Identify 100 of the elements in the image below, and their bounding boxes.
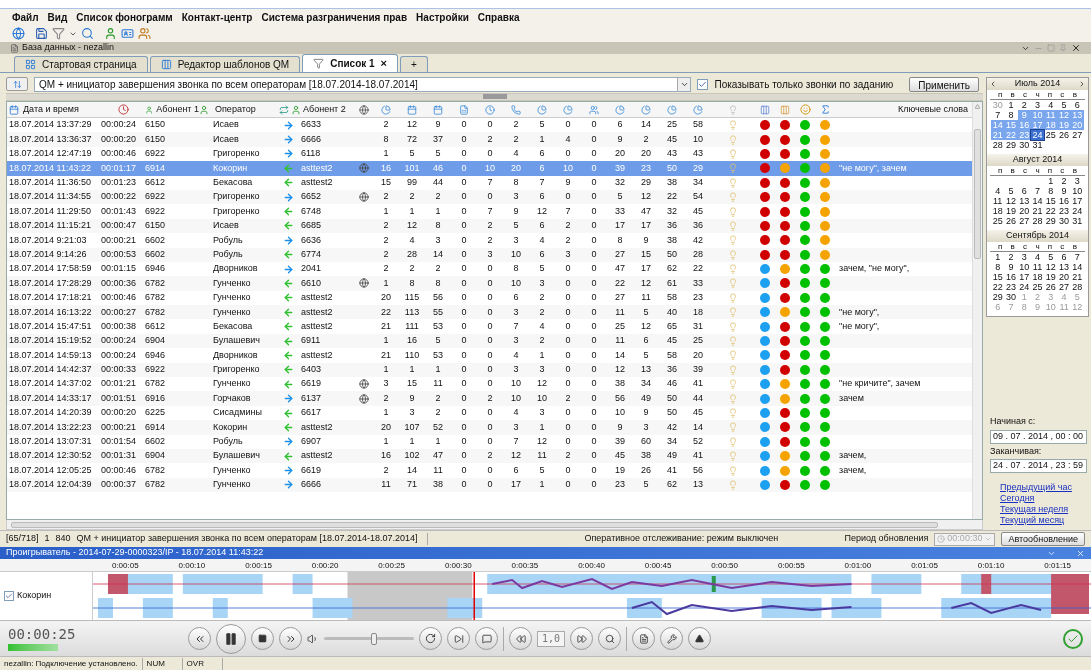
calendar-day[interactable]: 7	[1030, 186, 1045, 196]
menu-item[interactable]: Контакт-центр	[181, 9, 253, 25]
checkbox[interactable]	[697, 78, 709, 90]
calendar-day[interactable]: 26	[1057, 130, 1071, 140]
calendar-day[interactable]: 6	[1070, 100, 1084, 110]
waveform[interactable]	[93, 572, 1091, 620]
calendar-day[interactable]: 2	[1004, 252, 1018, 262]
horizontal-scrollbar[interactable]	[6, 520, 983, 530]
next-month-icon[interactable]	[1078, 80, 1086, 88]
tools-button[interactable]	[660, 627, 684, 650]
eject-button[interactable]	[688, 627, 712, 650]
calendar-day[interactable]: 10	[1070, 186, 1084, 196]
calendar-day[interactable]: 24	[1030, 130, 1045, 140]
calendar-day[interactable]: 7	[991, 110, 1005, 120]
calendar-day[interactable]: 22	[1044, 206, 1058, 216]
menu-item[interactable]: Настройки	[416, 9, 469, 25]
calendar-day[interactable]: 24	[1070, 206, 1084, 216]
calendar-day[interactable]: 17	[1070, 196, 1084, 206]
previous-month-icon[interactable]	[989, 80, 997, 88]
card-icon[interactable]	[121, 27, 134, 40]
scroll-up-icon[interactable]	[975, 104, 980, 109]
calendar-day[interactable]: 30	[1004, 292, 1018, 302]
calendar-day[interactable]: 21	[1070, 272, 1084, 282]
scroll-thumb[interactable]	[974, 129, 981, 259]
calendar-day[interactable]: 11	[991, 196, 1005, 206]
calendar-day[interactable]: 3	[1070, 176, 1084, 186]
slower-button[interactable]	[509, 627, 532, 650]
speed-field[interactable]: 1,0	[537, 630, 566, 647]
splitter-handle[interactable]	[482, 94, 507, 99]
people-icon[interactable]	[138, 27, 151, 40]
calendar-day[interactable]: 2	[1057, 176, 1071, 186]
calendar-day[interactable]: 25	[991, 216, 1005, 226]
calendar-day[interactable]: 12	[1004, 196, 1018, 206]
table-row[interactable]: 18.07.2014 13:22:23 00:00:21 6914 Кокорин asttest2 20 107 52 0 0 3 1 0 0 9 3 42 14	[7, 420, 972, 435]
calendar-day[interactable]: 19	[1004, 206, 1018, 216]
pause-button[interactable]	[216, 623, 246, 654]
calendar-day[interactable]: 14	[1030, 196, 1045, 206]
loop-button[interactable]	[419, 627, 442, 650]
skip-button[interactable]	[447, 627, 470, 650]
calendar-day[interactable]: 18	[991, 206, 1005, 216]
checkbox[interactable]	[4, 591, 14, 601]
calendar-day[interactable]: 23	[1004, 282, 1018, 292]
calendar-day[interactable]: 6	[1057, 252, 1071, 262]
calendar-day[interactable]: 28	[991, 140, 1005, 150]
calendar-day[interactable]: 4	[991, 186, 1005, 196]
apply-button[interactable]: Применить	[909, 76, 979, 92]
calendar-day[interactable]: 1	[1044, 176, 1058, 186]
calendar-day[interactable]: 4	[1044, 100, 1058, 110]
tab[interactable]: Список 1 ×	[302, 54, 399, 72]
calendar-day[interactable]: 28	[1070, 282, 1084, 292]
calendar-day[interactable]: 31	[1070, 216, 1084, 226]
calendar-day[interactable]: 5	[1057, 100, 1071, 110]
calendar-day[interactable]: 4	[1030, 252, 1045, 262]
tab[interactable]: Редактор шаблонов QM	[149, 56, 301, 72]
column-header[interactable]: Дата и время	[23, 102, 79, 117]
calendar-day[interactable]: 29	[1004, 140, 1018, 150]
table-row[interactable]: 18.07.2014 17:28:29 00:00:36 6782 Гунченко 6610 1 8 8 0 0 10 3 0 0 22 12 61 33	[7, 276, 972, 291]
calendar-day[interactable]: 12	[1044, 262, 1058, 272]
calendar-day[interactable]: 30	[1057, 216, 1071, 226]
globe-icon[interactable]	[12, 27, 25, 40]
calendar-day[interactable]: 20	[1057, 272, 1071, 282]
calendar-day[interactable]: 16	[1057, 196, 1071, 206]
calendar-day[interactable]: 19	[1044, 272, 1058, 282]
column-header[interactable]: Оператор	[215, 102, 256, 117]
notes-button[interactable]	[632, 627, 656, 650]
calendar-day[interactable]: 31	[1030, 140, 1045, 150]
column-header[interactable]: Ключевые слова	[897, 102, 968, 117]
calendar-day[interactable]: 3	[1017, 252, 1031, 262]
search-button[interactable]	[598, 627, 622, 650]
calendar-day[interactable]: 28	[1030, 216, 1045, 226]
forward-button[interactable]	[279, 627, 302, 650]
close-tab[interactable]: ×	[380, 55, 388, 72]
menu-item[interactable]: Файл	[12, 9, 39, 25]
calendar-day[interactable]: 7	[1070, 252, 1084, 262]
start-date-field[interactable]: 09 . 07 . 2014 , 00 : 00	[990, 429, 1087, 444]
comment-button[interactable]	[475, 627, 498, 650]
end-date-field[interactable]: 24 . 07 . 2014 , 23 : 59	[990, 459, 1087, 473]
calendar-day[interactable]: 18	[1030, 272, 1045, 282]
table-row[interactable]: 18.07.2014 16:13:22 00:00:27 6782 Гунченко asttest2 22 113 55 0 0 3 2 0 0 11 5 40 18 "не могу",	[7, 305, 972, 320]
period-link[interactable]: Предыдущий час	[1000, 482, 1087, 493]
calendar-day[interactable]: 22	[991, 282, 1005, 292]
faster-button[interactable]	[570, 627, 594, 650]
calendar-day[interactable]: 13	[1057, 262, 1071, 272]
calendar-day[interactable]: 16	[1004, 272, 1018, 282]
calendar-day[interactable]: 25	[1030, 282, 1045, 292]
query-dropdown[interactable]: QM + инициатор завершения звонка по всем операторам [18.07.2014-18.07.2014]	[34, 76, 692, 92]
menu-item[interactable]: Список фонограмм	[76, 9, 173, 25]
calendar-day[interactable]: 1	[1004, 100, 1018, 110]
person-icon[interactable]	[104, 27, 117, 40]
calendar-day[interactable]: 11	[1030, 262, 1045, 272]
calendar-day[interactable]: 29	[991, 292, 1005, 302]
calendar-day[interactable]: 1	[991, 252, 1005, 262]
scroll-thumb[interactable]	[11, 521, 938, 528]
calendar-day[interactable]: 23	[1057, 206, 1071, 216]
calendar-day[interactable]: 5	[1044, 252, 1058, 262]
menu-item[interactable]: Справка	[477, 9, 520, 25]
vertical-scrollbar[interactable]	[972, 102, 982, 519]
calendar-day[interactable]: 26	[1004, 216, 1018, 226]
period-link[interactable]: Текущая неделя	[1000, 504, 1087, 515]
calendar-day[interactable]: 13	[1017, 196, 1031, 206]
